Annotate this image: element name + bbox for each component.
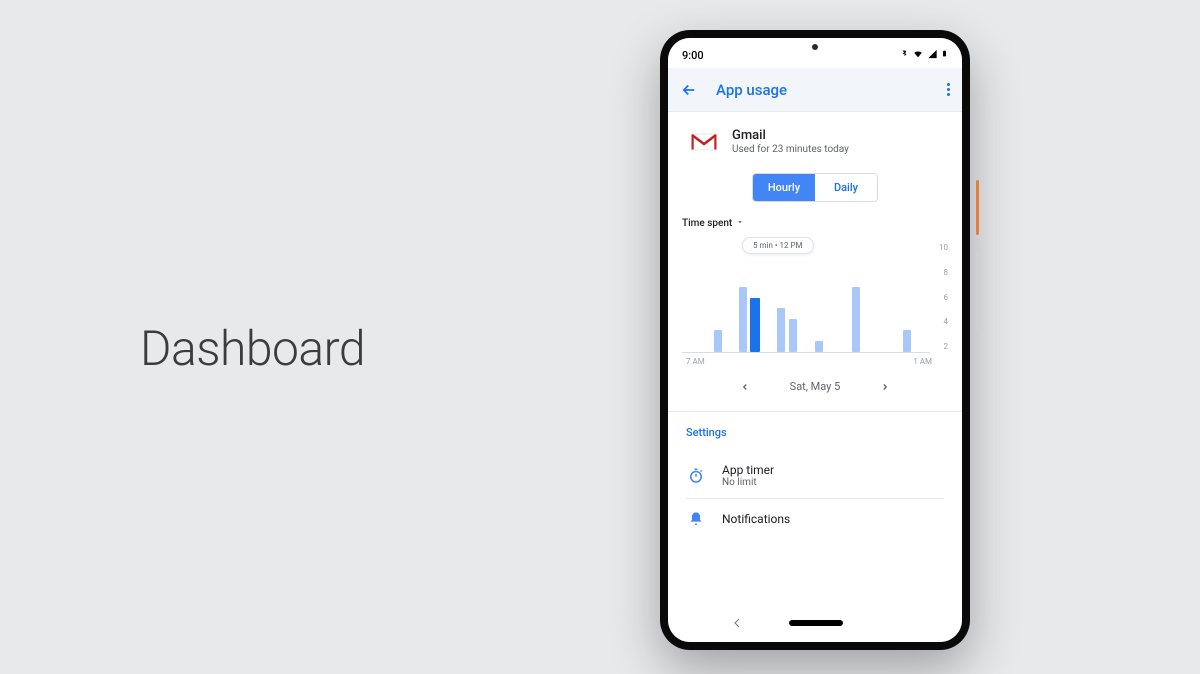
time-spent-dropdown[interactable]: Time spent [682,218,948,229]
bar [852,287,860,352]
bar-slot[interactable] [737,243,750,352]
nav-recents-spacer [889,618,899,628]
bluetooth-icon [900,48,909,62]
bar-slot[interactable] [686,243,699,352]
settings-section: Settings App timer No limit [668,412,962,539]
bar-slot[interactable] [749,243,762,352]
bar-slot[interactable] [825,243,838,352]
gmail-icon [690,132,718,152]
battery-icon [941,48,948,62]
bar-slot[interactable] [875,243,888,352]
camera-dot [812,44,818,50]
back-arrow-icon[interactable] [680,81,698,99]
more-menu-icon[interactable] [947,83,950,96]
bar [739,287,747,352]
x-axis-start: 7 AM [686,357,705,366]
app-bar: App usage [668,68,962,112]
app-name: Gmail [732,128,849,143]
settings-notifications[interactable]: Notifications [686,499,944,539]
phone-frame: 9:00 App usage [660,30,970,650]
bar-slot[interactable] [838,243,851,352]
app-timer-sub: No limit [722,477,774,488]
bar-slot[interactable] [699,243,712,352]
bar-slot[interactable] [787,243,800,352]
chart-wrapper: 5 min • 12 PM 10 8 6 4 2 [682,243,948,353]
bar-slot[interactable] [800,243,813,352]
chevron-down-icon [736,218,744,229]
y-axis: 10 8 6 4 2 [930,243,948,353]
x-axis-end: 1 AM [913,357,932,366]
bell-icon [686,509,706,529]
nav-back-icon[interactable] [731,614,743,633]
ytick: 8 [944,268,949,277]
tab-daily[interactable]: Daily [815,174,877,201]
phone-screen: 9:00 App usage [668,38,962,642]
ytick: 10 [939,243,948,252]
date-label: Sat, May 5 [790,380,841,393]
toggle-group: Hourly Daily [668,167,962,218]
chart-section: Time spent 5 min • 12 PM 10 8 6 4 2 7 AM 1 A… [668,218,962,411]
date-navigator: Sat, May 5 [682,366,948,411]
cellular-icon [927,49,938,62]
stopwatch-icon [686,466,706,486]
bar-slot[interactable] [888,243,901,352]
app-bar-title: App usage [716,81,929,99]
app-subtitle: Used for 23 minutes today [732,144,849,155]
bar-slot[interactable] [711,243,724,352]
nav-home-pill[interactable] [789,620,843,626]
settings-app-timer[interactable]: App timer No limit [686,453,944,498]
chevron-left-icon[interactable] [740,381,750,393]
bar [903,330,911,352]
ytick: 6 [944,293,949,302]
system-nav-bar [668,604,962,642]
bar-slot[interactable] [913,243,926,352]
chart-bars [682,243,930,352]
app-info-row: Gmail Used for 23 minutes today [668,112,962,167]
tab-hourly[interactable]: Hourly [753,174,815,201]
bar [789,319,797,352]
bar [777,308,785,352]
bar-slot[interactable] [850,243,863,352]
content-area: Gmail Used for 23 minutes today Hourly D… [668,112,962,604]
status-bar: 9:00 [668,38,962,68]
bar-slot[interactable] [724,243,737,352]
slide-title: Dashboard [140,320,365,377]
bar-slot[interactable] [762,243,775,352]
settings-header: Settings [686,426,944,439]
volume-button [976,250,979,330]
notifications-title: Notifications [722,512,790,526]
x-axis: 7 AM 1 AM [682,353,948,366]
bar-slot[interactable] [774,243,787,352]
status-right [900,48,948,62]
bar-slot[interactable] [863,243,876,352]
bar [714,330,722,352]
ytick: 2 [944,342,949,351]
bar [750,298,760,353]
chart-area: 5 min • 12 PM [682,243,930,353]
bar-slot[interactable] [812,243,825,352]
app-timer-title: App timer [722,463,774,477]
power-button [976,180,979,235]
bar-slot[interactable] [901,243,914,352]
chevron-right-icon[interactable] [880,381,890,393]
status-time: 9:00 [682,49,704,62]
bar [815,341,823,352]
wifi-icon [912,49,924,62]
ytick: 4 [944,317,949,326]
dropdown-text: Time spent [682,218,732,229]
